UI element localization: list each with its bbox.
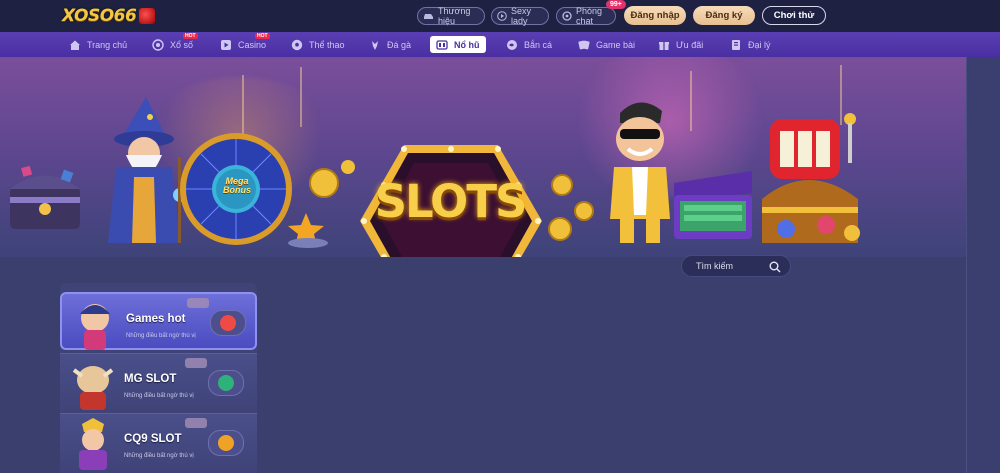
right-scroll-gutter [966, 57, 1000, 473]
category-games-hot[interactable]: Games hot Những điều bất ngờ thú vị [60, 292, 257, 350]
nav-item-agent[interactable]: Đại lý [729, 36, 771, 53]
slot-provider-sidebar: Games hot Những điều bất ngờ thú vị MG S… [60, 283, 257, 473]
casino-icon [219, 38, 232, 51]
category-title: CQ9 SLOT [124, 433, 182, 445]
game-search-box[interactable] [681, 255, 791, 277]
nav-label: Game bài [596, 39, 636, 50]
slot-machine-icon [435, 38, 448, 51]
search-input[interactable] [694, 260, 768, 272]
brand-pill-button[interactable]: Thương hiệu [417, 6, 485, 26]
category-title: Games hot [126, 313, 186, 325]
search-icon[interactable] [769, 260, 781, 273]
logo-emblem-icon [139, 8, 156, 24]
hot-provider-icon [220, 315, 236, 331]
login-button[interactable]: Đăng nhập [624, 6, 686, 25]
slots-title: SLOTS [374, 175, 528, 228]
nav-label: Đại lý [748, 39, 771, 50]
coins-illustration [288, 160, 355, 248]
soccer-ball-icon [290, 38, 303, 51]
gift-icon [657, 38, 670, 51]
provider-logo [208, 370, 244, 396]
nav-item-slots[interactable]: Nổ hũ [430, 36, 486, 53]
nav-item-fishing[interactable]: Bắn cá [505, 36, 552, 53]
rooster-icon [368, 38, 381, 51]
nav-label: Casino [238, 39, 267, 50]
category-subtitle: Những điều bất ngờ thú vị [126, 333, 196, 339]
agent-icon [729, 38, 742, 51]
tag-decoration [185, 418, 207, 428]
pill-label: Thương hiệu [438, 6, 471, 26]
fish-icon [505, 38, 518, 51]
tag-decoration [187, 298, 209, 308]
chat-icon [562, 11, 572, 21]
slots-hero-banner: Mega Bonus SLOTS [0, 57, 966, 257]
cards-icon [577, 38, 590, 51]
nav-label: Xổ số [170, 39, 194, 50]
nav-item-cockfight[interactable]: Đá gà [368, 36, 411, 53]
category-mg-slot[interactable]: MG SLOT Những điều bất ngờ thú vị [60, 353, 257, 411]
brand-logo[interactable]: XOSO66 [62, 6, 156, 26]
sexy-lady-pill-button[interactable]: Sexy lady [491, 6, 549, 26]
category-title: MG SLOT [124, 373, 177, 385]
chat-count-badge: 99+ [606, 0, 626, 9]
nav-label: Thể thao [309, 39, 345, 50]
car-icon [423, 11, 434, 21]
top-bar: XOSO66 Thương hiệu Sexy lady Phòng chat … [0, 0, 1000, 32]
nav-item-sports[interactable]: Thể thao [290, 36, 345, 53]
category-subtitle: Những điều bất ngờ thú vị [124, 393, 194, 399]
chat-room-pill-button[interactable]: Phòng chat [556, 6, 616, 26]
play-icon [497, 11, 507, 21]
nav-item-card-games[interactable]: Game bài [577, 36, 635, 53]
nav-item-casino[interactable]: Casino HOT [219, 33, 270, 53]
nav-label: Ưu đãi [676, 39, 704, 50]
treasure-chest-illustration [10, 165, 80, 229]
slot-machine-treasure-illustration [762, 113, 860, 243]
cq9-mascot-illustration [79, 418, 107, 470]
nav-label: Trang chủ [87, 39, 128, 50]
cq9-provider-icon [218, 435, 234, 451]
nav-item-promotions[interactable]: Ưu đãi [657, 36, 703, 53]
wheel-label: Mega Bonus [223, 176, 251, 195]
home-icon [68, 38, 81, 51]
try-play-button[interactable]: Chơi thử [762, 6, 826, 25]
tag-decoration [185, 358, 207, 368]
pill-label: Sexy lady [511, 6, 532, 26]
nav-label: Đá gà [387, 39, 412, 50]
pill-label: Phòng chat [576, 6, 603, 26]
hot-badge: HOT [255, 33, 270, 39]
nav-label: Nổ hũ [454, 39, 480, 50]
nav-item-home[interactable]: Trang chủ [68, 36, 127, 53]
register-button[interactable]: Đăng ký [693, 6, 755, 25]
category-subtitle: Những điều bất ngờ thú vị [124, 453, 194, 459]
mg-mascot-illustration [72, 366, 114, 410]
main-nav: Trang chủ Xổ số HOT Casino HOT Thể thao … [0, 32, 1000, 57]
provider-logo [210, 310, 246, 336]
mg-provider-icon [218, 375, 234, 391]
lottery-icon [151, 38, 164, 51]
nav-item-lottery[interactable]: Xổ số HOT [151, 33, 198, 53]
hot-mascot-illustration [80, 304, 110, 350]
category-cq9-slot[interactable]: CQ9 SLOT Những điều bất ngờ thú vị [60, 413, 257, 471]
hot-badge: HOT [183, 33, 198, 39]
nav-label: Bắn cá [524, 39, 553, 50]
money-briefcase-illustration [674, 171, 752, 239]
brand-logo-text: XOSO66 [62, 6, 137, 26]
provider-logo [208, 430, 244, 456]
